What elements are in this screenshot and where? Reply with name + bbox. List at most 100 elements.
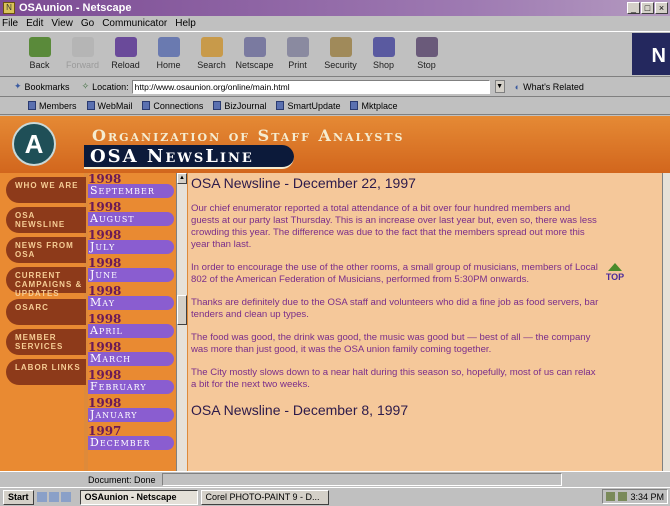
menu-view[interactable]: View — [51, 18, 73, 29]
nav-item[interactable]: WHO WE ARE — [6, 177, 86, 203]
start-button[interactable]: Start — [3, 489, 34, 505]
toolbar-reload-button[interactable]: Reload — [104, 32, 147, 76]
up-arrow-icon — [608, 263, 622, 271]
month-name: March — [88, 352, 174, 366]
month-name: September — [88, 184, 174, 198]
stop-icon — [415, 37, 438, 57]
nav-item[interactable]: OSA NEWSLINE — [6, 207, 86, 233]
month-link[interactable]: 1998 March — [88, 340, 176, 366]
bookmark-label: Mktplace — [361, 100, 398, 111]
article-paragraph: Thanks are definitely due to the OSA sta… — [191, 297, 599, 320]
month-archive-list: 1998 September 1998 August 1998 July 1998 June 1… — [88, 172, 176, 471]
month-name: June — [88, 268, 174, 282]
system-tray: 3:34 PM — [602, 489, 668, 504]
close-button[interactable]: × — [655, 2, 668, 14]
status-bar: Document: Done — [0, 471, 670, 487]
toolbar-security-button[interactable]: Security — [319, 32, 362, 76]
toolbar-back-button[interactable]: Back — [18, 32, 61, 76]
nav-item[interactable]: NEWS FROM OSA — [6, 237, 86, 263]
top-label: TOP — [605, 272, 625, 282]
quick-launch-icon[interactable] — [36, 492, 47, 502]
left-navigation: WHO WE ARE OSA NEWSLINE NEWS FROM OSA CURRE… — [0, 173, 86, 471]
toolbar-label: Stop — [417, 60, 436, 70]
month-link[interactable]: 1998 April — [88, 312, 176, 338]
personal-bookmark-webmail[interactable]: WebMail — [86, 101, 132, 111]
month-link[interactable]: 1998 September — [88, 172, 176, 198]
search-icon — [200, 37, 223, 57]
nav-item[interactable]: CURRENT CAMPAIGNS & UPDATES — [6, 267, 86, 298]
toolbar-label: Home — [156, 60, 181, 70]
toolbar-stop-button[interactable]: Stop — [405, 32, 448, 76]
article-heading-2: OSA Newsline - December 8, 1997 — [191, 402, 409, 418]
nav-item[interactable]: LABOR LINKS — [6, 359, 86, 385]
month-name: April — [88, 324, 174, 338]
scroll-up-arrow-icon[interactable]: ▲ — [177, 173, 187, 184]
toolbar-label: Search — [197, 60, 226, 70]
menu-help[interactable]: Help — [175, 18, 196, 29]
organization-name: Organization of Staff Analysts — [92, 126, 405, 145]
task-netscape[interactable]: OSAunion - Netscape — [79, 489, 198, 505]
month-name: February — [88, 380, 174, 394]
nav-item[interactable]: MEMBER SERVICES — [6, 329, 86, 355]
toolbar-home-button[interactable]: Home — [147, 32, 190, 76]
url-field[interactable]: http://www.osaunion.org/online/main.html — [131, 79, 490, 94]
bookmark-page-icon — [28, 101, 36, 110]
nav-item[interactable]: OSARC — [6, 299, 86, 325]
window-title: OSAunion - Netscape — [19, 2, 132, 14]
minimize-button[interactable]: _ — [627, 2, 640, 14]
title-bar[interactable]: N OSAunion - Netscape _ □ × — [0, 0, 670, 16]
forward-arrow-icon — [71, 37, 94, 57]
month-name: May — [88, 296, 174, 310]
month-link[interactable]: 1998 February — [88, 368, 176, 394]
personal-bookmark-connections[interactable]: Connections — [142, 101, 203, 111]
scroll-thumb[interactable] — [177, 295, 187, 325]
quick-launch-icon[interactable] — [60, 492, 71, 502]
page-content: A Organization of Staff Analysts OSA New… — [0, 116, 670, 471]
personal-toolbar: Members WebMail Connections BizJournal Smart… — [0, 97, 670, 115]
toolbar-forward-button[interactable]: Forward — [61, 32, 104, 76]
url-dropdown-arrow-icon[interactable]: ▼ — [494, 80, 505, 93]
bookmarks-label: Bookmarks — [24, 81, 70, 92]
month-name: August — [88, 212, 174, 226]
personal-bookmark-members[interactable]: Members — [28, 101, 77, 111]
toolbar-search-button[interactable]: Search — [190, 32, 233, 76]
menu-communicator[interactable]: Communicator — [102, 18, 167, 29]
article-paragraph: The food was good, the drink was good, t… — [191, 332, 591, 355]
osa-logo-icon[interactable]: A — [12, 122, 56, 166]
toolbar-netscape-button[interactable]: Netscape — [233, 32, 276, 76]
top-link[interactable]: TOP — [603, 263, 627, 282]
location-label: Location: — [92, 81, 129, 92]
article-panel: OSA Newsline - December 22, 1997 Our chi… — [188, 173, 662, 471]
toolbar-label: Forward — [65, 60, 99, 70]
toolbar-shop-button[interactable]: Shop — [362, 32, 405, 76]
month-link[interactable]: 1997 December — [88, 424, 176, 450]
personal-bookmark-mktplace[interactable]: Mktplace — [350, 100, 398, 111]
menu-file[interactable]: File — [2, 18, 18, 29]
personal-bookmark-bizjournal[interactable]: BizJournal — [213, 101, 266, 111]
toolbar-print-button[interactable]: Print — [276, 32, 319, 76]
month-link[interactable]: 1998 August — [88, 200, 176, 226]
quick-launch-icon[interactable] — [48, 492, 59, 502]
month-link[interactable]: 1998 June — [88, 256, 176, 282]
toolbar-label: Reload — [111, 60, 140, 70]
quick-launch — [36, 492, 71, 502]
print-icon — [286, 37, 309, 57]
menu-go[interactable]: Go — [81, 18, 94, 29]
archive-scrollbar[interactable]: ▲ — [176, 173, 187, 471]
bookmarks-button[interactable]: ✦ Bookmarks — [14, 81, 70, 92]
month-link[interactable]: 1998 May — [88, 284, 176, 310]
maximize-button[interactable]: □ — [641, 2, 654, 14]
tray-icon[interactable] — [606, 492, 616, 501]
tray-icon[interactable] — [618, 492, 628, 501]
month-link[interactable]: 1998 January — [88, 396, 176, 422]
shop-icon — [372, 37, 395, 57]
personal-bookmark-smartupdate[interactable]: SmartUpdate — [276, 101, 340, 111]
whats-related-label: What's Related — [523, 81, 584, 92]
netscape-icon — [243, 37, 266, 57]
menu-edit[interactable]: Edit — [26, 18, 43, 29]
task-corel[interactable]: Corel PHOTO-PAINT 9 - D... — [200, 489, 329, 505]
page-scrollbar[interactable] — [662, 173, 670, 471]
article-heading: OSA Newsline - December 22, 1997 — [191, 175, 416, 191]
whats-related-button[interactable]: ◐ What's Related — [515, 82, 584, 92]
month-link[interactable]: 1998 July — [88, 228, 176, 254]
